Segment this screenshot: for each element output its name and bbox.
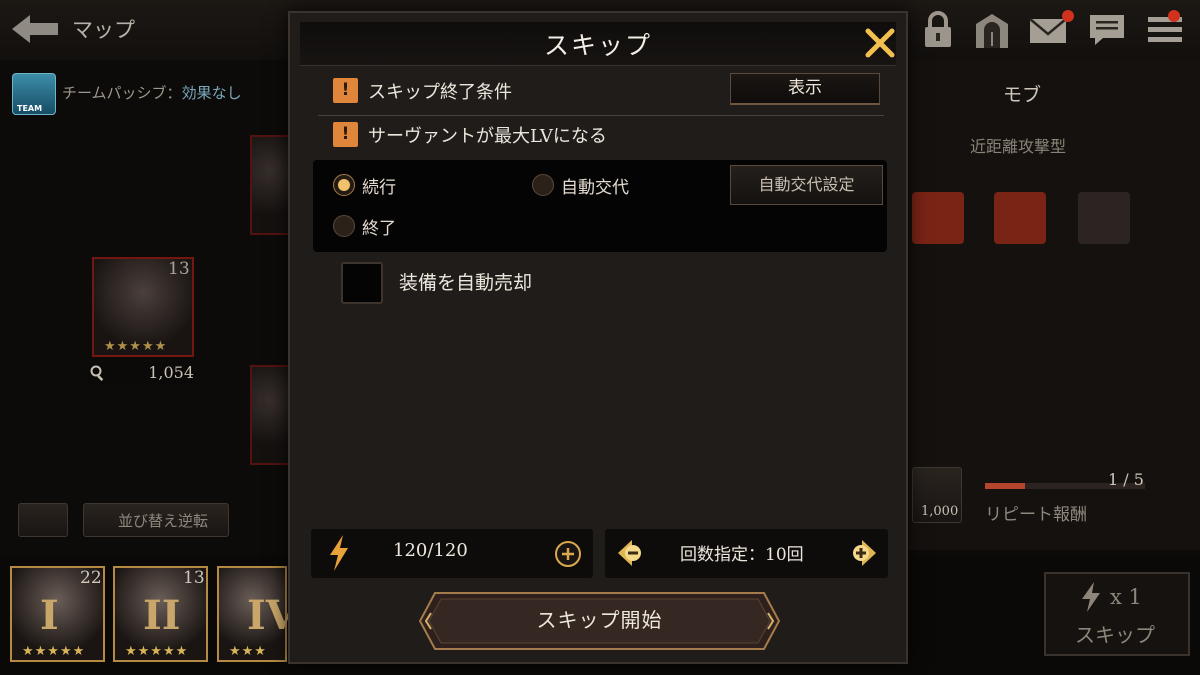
roster-card-2[interactable]: II 13 ★★★★★: [113, 566, 208, 662]
decrease-arrow-icon[interactable]: [616, 538, 646, 568]
roster-card-3[interactable]: IV ★★★: [217, 566, 297, 662]
skip-side-label: スキップ: [1075, 623, 1155, 647]
formation-card-top[interactable]: [250, 135, 290, 235]
search-icon: [90, 365, 104, 381]
roster-numeral: I: [40, 592, 59, 639]
reward-coin[interactable]: 1,000: [912, 467, 962, 523]
map-title: マップ: [72, 18, 135, 42]
modal-title: スキップ: [543, 31, 652, 60]
skill-icon-1[interactable]: [912, 192, 964, 244]
repeat-progress-fill: [985, 483, 1025, 489]
close-icon[interactable]: [864, 27, 896, 59]
team-passive-text: チームパッシブ：効果なし: [62, 82, 242, 103]
roster-numeral: II: [143, 592, 181, 639]
radio-auto-swap[interactable]: [532, 174, 554, 196]
sort-reverse-button[interactable]: 並び替え逆転: [83, 503, 229, 537]
enemy-type: 近距離攻撃型: [970, 137, 1067, 156]
roster-level: 13: [183, 568, 205, 588]
show-button[interactable]: 表示: [730, 73, 880, 105]
repeat-reward-label: リピート報酬: [985, 505, 1087, 525]
end-label: 終了: [362, 219, 396, 239]
roster-stars: ★★★★★: [125, 644, 189, 659]
card-stars: ★★★★★: [104, 339, 168, 354]
divider: [318, 115, 884, 116]
back-arrow-icon[interactable]: [10, 12, 60, 46]
count-label: 回数指定：10回: [680, 545, 804, 565]
menu-notification-dot: [1168, 10, 1180, 22]
team-passive-value: 効果なし: [181, 84, 242, 102]
lightning-icon: [1082, 582, 1100, 612]
repeat-count: 1 / 5: [1108, 470, 1144, 489]
card-power-value: 1,054: [148, 363, 194, 382]
skip-side-multiplier: x 1: [1110, 585, 1142, 609]
formation-card-main[interactable]: 13 ★★★★★: [92, 257, 194, 357]
roster-stars: ★★★: [229, 644, 267, 659]
warning-icon: !: [333, 78, 358, 103]
team-passive-label: チームパッシブ：: [62, 84, 182, 102]
roster-level: 22: [80, 568, 102, 588]
radio-continue[interactable]: [333, 174, 355, 196]
card-power: 1,054: [88, 362, 198, 384]
skill-icon-3[interactable]: [1078, 192, 1130, 244]
gate-icon[interactable]: [972, 10, 1012, 50]
roster-card-1[interactable]: I 22 ★★★★★: [10, 566, 105, 662]
condition-label: サーヴァントが最大LVになる: [368, 126, 607, 147]
end-condition-label: スキップ終了条件: [368, 82, 512, 103]
chat-icon[interactable]: [1087, 10, 1127, 50]
team-icon-label: TEAM: [17, 104, 43, 113]
increase-arrow-icon[interactable]: [848, 538, 878, 568]
notification-dot: [1062, 10, 1074, 22]
auto-swap-settings-button[interactable]: 自動交代設定: [730, 165, 883, 205]
sort-reverse-label: 並び替え逆転: [118, 512, 209, 530]
enemy-name: モブ: [1003, 84, 1042, 106]
warning-icon: !: [333, 122, 358, 147]
auto-sell-checkbox[interactable]: [341, 262, 383, 304]
reward-coin-value: 1,000: [921, 504, 959, 519]
lock-icon[interactable]: [918, 10, 958, 50]
auto-sell-label: 装備を自動売却: [399, 272, 533, 294]
auto-swap-label: 自動交代: [561, 178, 629, 198]
party-button[interactable]: [18, 503, 68, 537]
stamina-value: 120/120: [393, 540, 468, 561]
formation-card-bottom[interactable]: [250, 365, 290, 465]
continue-label: 続行: [362, 178, 396, 198]
skill-icon-2[interactable]: [994, 192, 1046, 244]
stamina-lightning-icon: [330, 535, 348, 571]
roster-stars: ★★★★★: [22, 644, 86, 659]
plus-icon[interactable]: [554, 540, 582, 568]
radio-end[interactable]: [333, 215, 355, 237]
skip-start-label: スキップ開始: [536, 608, 663, 632]
card-level: 13: [168, 259, 190, 279]
